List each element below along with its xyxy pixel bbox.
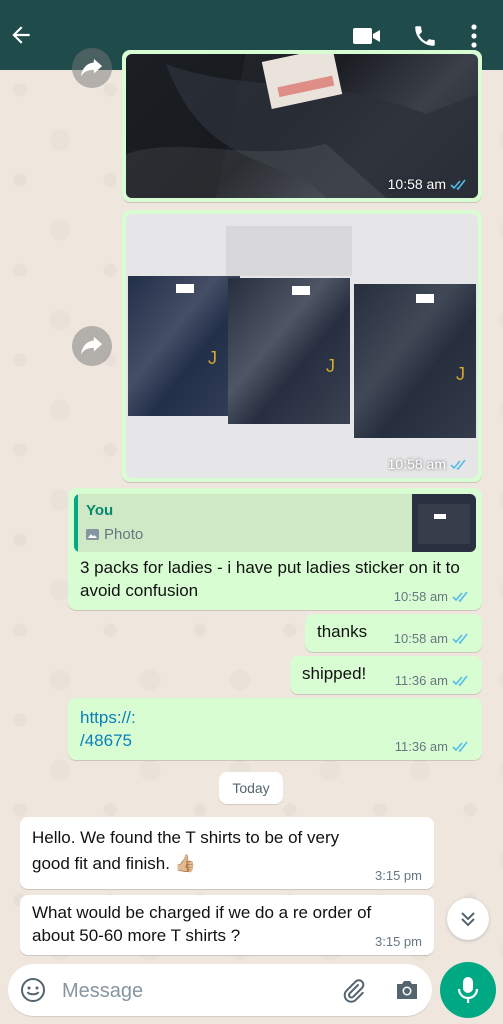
message-link[interactable]: https://: /48675 <box>80 706 136 752</box>
more-vertical-icon[interactable] <box>466 22 482 50</box>
read-ticks-icon <box>452 741 468 752</box>
text-message[interactable]: shipped! 11:36 am <box>290 656 482 694</box>
double-chevron-down-icon <box>461 912 475 927</box>
three-packs-image: J J J <box>126 214 478 478</box>
svg-text:J: J <box>208 348 217 368</box>
forward-button[interactable] <box>72 326 112 366</box>
read-ticks-icon <box>452 633 468 644</box>
photo-icon <box>86 529 99 540</box>
text-message[interactable]: thanks 10:58 am <box>305 614 482 652</box>
video-camera-icon[interactable] <box>352 24 382 48</box>
forward-icon <box>81 336 103 355</box>
forward-icon <box>81 58 103 77</box>
microphone-button[interactable] <box>440 962 496 1018</box>
paperclip-icon[interactable] <box>340 977 366 1003</box>
message-meta: 3:15 pm <box>375 868 422 883</box>
message-composer <box>8 964 432 1016</box>
message-text: thanks <box>317 622 368 641</box>
svg-text:J: J <box>456 364 465 384</box>
message-meta: 11:36 am <box>395 739 470 754</box>
read-ticks-icon <box>450 179 466 190</box>
message-meta: 10:58 am <box>394 631 470 646</box>
date-divider: Today <box>219 772 283 804</box>
message-timestamp: 10:58 am <box>388 176 468 192</box>
quoted-message[interactable]: You Photo <box>74 494 476 552</box>
svg-text:J: J <box>326 356 335 376</box>
read-ticks-icon <box>452 675 468 686</box>
message-meta: 3:15 pm <box>375 934 422 949</box>
message-text: What would be charged if we do a re orde… <box>32 903 372 945</box>
message-input[interactable] <box>60 974 324 1008</box>
arrow-left-icon[interactable] <box>8 22 34 48</box>
message-timestamp: 10:58 am <box>388 456 468 472</box>
camera-icon[interactable] <box>394 978 420 1002</box>
emoji-icon[interactable] <box>20 977 46 1003</box>
message-text: Hello. We found the T shirts to be of ve… <box>32 828 340 873</box>
link-message[interactable]: https://: /48675 11:36 am <box>68 698 482 760</box>
photo-thumbnail[interactable]: J J J <box>126 214 478 478</box>
reply-message[interactable]: You Photo 3 packs for ladies - i have pu… <box>68 488 482 610</box>
image-message[interactable]: J J J 10:58 am <box>122 210 482 482</box>
forward-button[interactable] <box>72 48 112 88</box>
message-text: shipped! <box>302 664 367 683</box>
quote-thumbnail <box>412 494 476 552</box>
quote-accent-bar <box>74 494 78 552</box>
message-meta: 11:36 am <box>395 673 470 688</box>
incoming-message[interactable]: Hello. We found the T shirts to be of ve… <box>20 817 434 889</box>
read-ticks-icon <box>450 459 466 470</box>
incoming-message[interactable]: What would be charged if we do a re orde… <box>20 895 434 955</box>
message-meta: 10:58 am <box>394 589 470 604</box>
quote-type: Photo <box>86 526 143 543</box>
quote-author: You <box>86 502 114 519</box>
read-ticks-icon <box>452 591 468 602</box>
phone-icon[interactable] <box>412 23 438 49</box>
microphone-icon <box>457 977 479 1003</box>
image-message[interactable]: 10:58 am <box>122 50 482 202</box>
scroll-to-bottom-button[interactable] <box>447 898 489 940</box>
